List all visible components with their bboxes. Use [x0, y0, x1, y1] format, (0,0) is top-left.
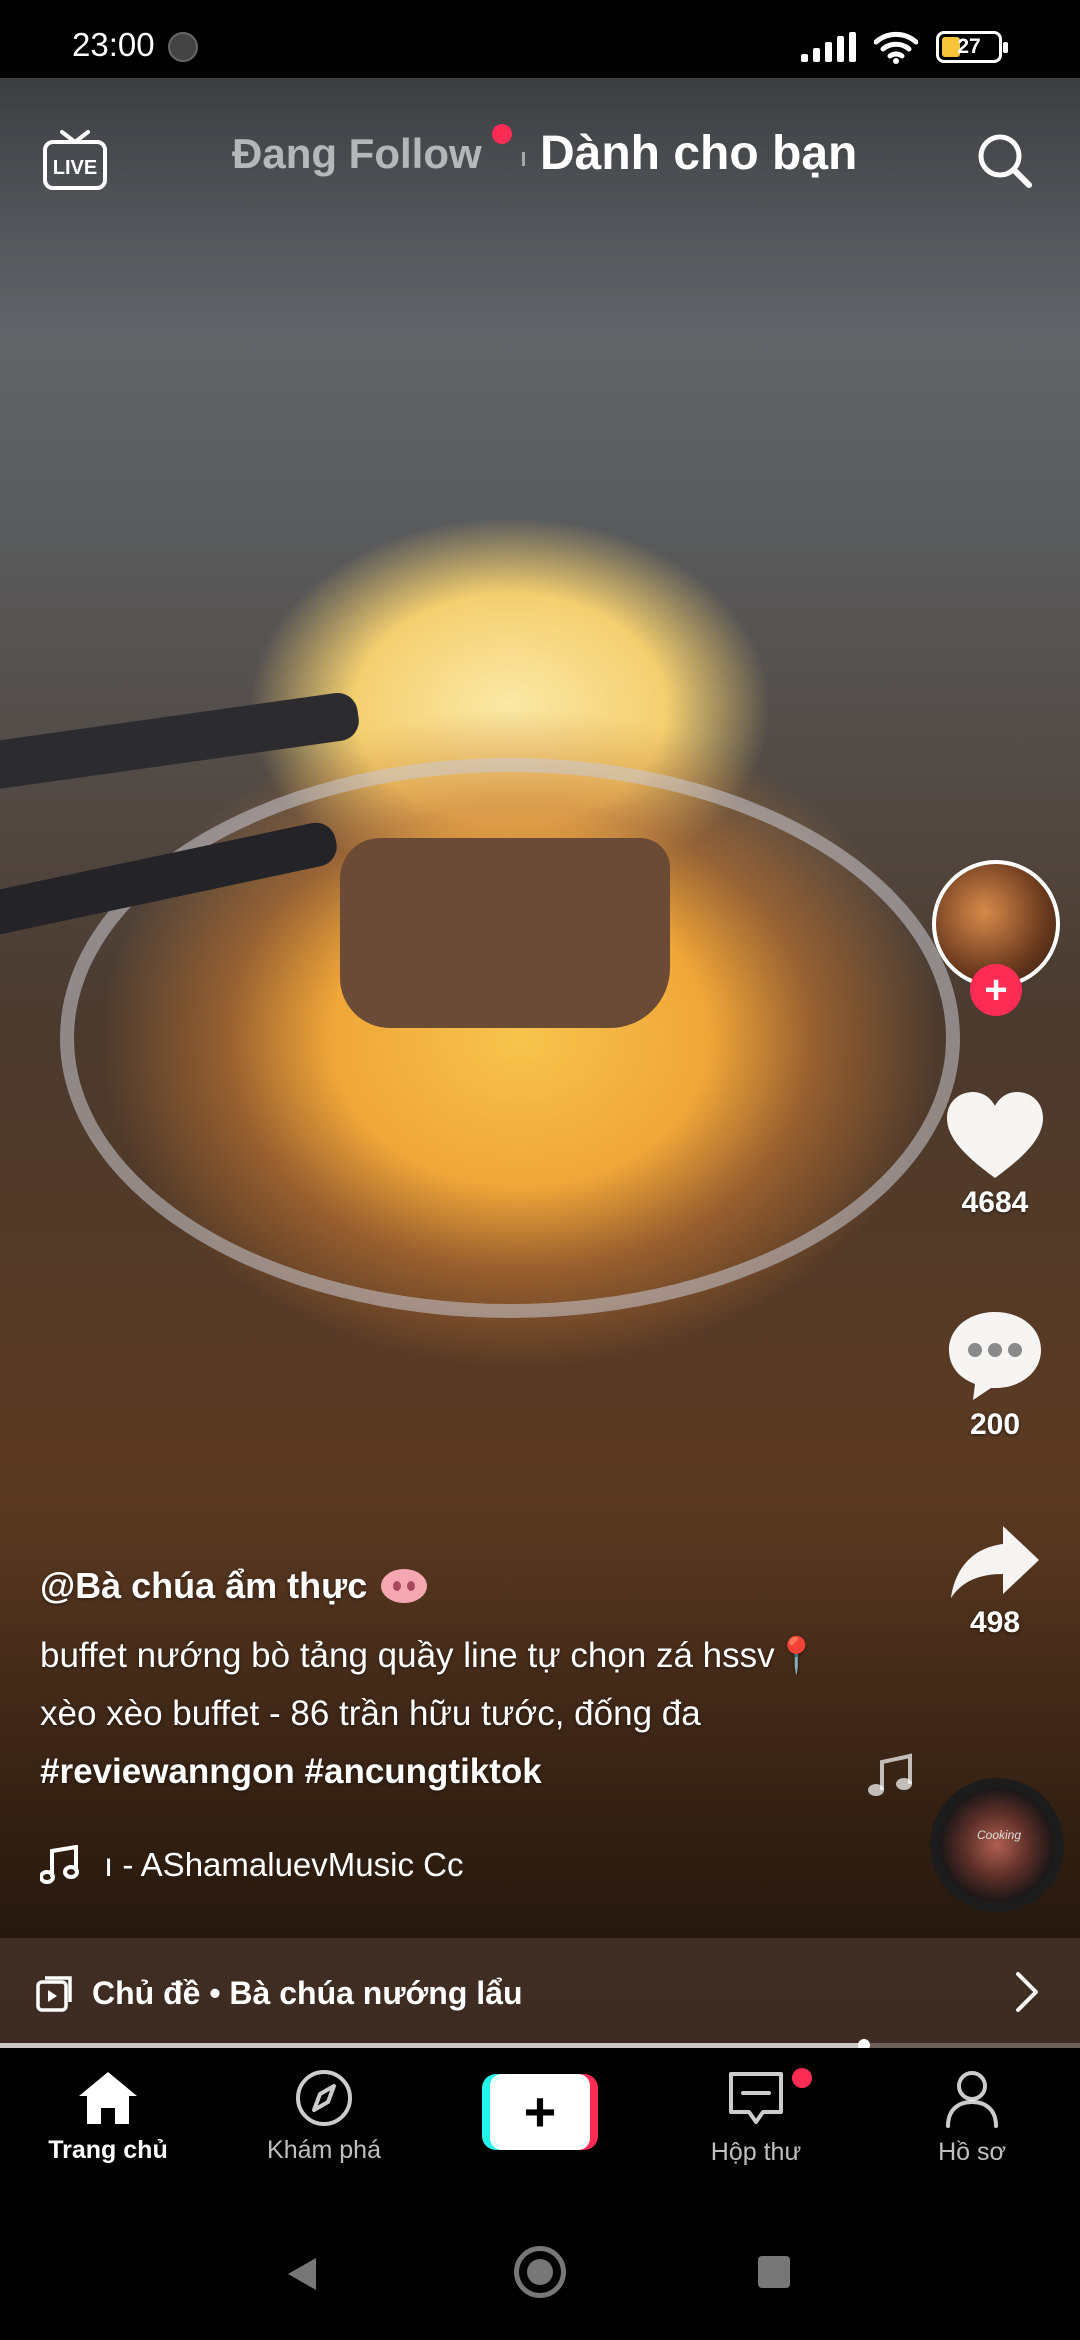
video-description[interactable]: buffet nướng bò tảng quầy line tự chọn z… [40, 1627, 860, 1801]
topic-bar[interactable]: Chủ đề • Bà chúa nướng lẩu [0, 1938, 1080, 2048]
chevron-right-icon [1016, 1972, 1038, 2012]
system-nav-bar [0, 2200, 1080, 2340]
battery-level: 27 [957, 35, 981, 58]
inbox-badge [792, 2068, 812, 2088]
nav-profile[interactable]: Hồ sơ [872, 2068, 1072, 2167]
like-button[interactable]: 4684 [920, 1090, 1070, 1220]
comment-icon [949, 1312, 1041, 1400]
music-note-icon [868, 1753, 912, 1796]
signal-icon [801, 32, 856, 62]
description-text: buffet nướng bò tảng quầy line tự chọn z… [40, 1636, 819, 1733]
tab-divider [522, 152, 525, 166]
like-count: 4684 [961, 1186, 1029, 1219]
top-nav: LIVE Đang Follow Dành cho bạn [0, 78, 1080, 238]
share-count: 498 [969, 1606, 1021, 1639]
bottom-nav: Trang chủ Khám phá + Hộp thư Hồ sơ [0, 2048, 1080, 2200]
home-system-icon[interactable] [514, 2246, 566, 2298]
home-icon [79, 2072, 137, 2124]
back-icon[interactable] [284, 2256, 318, 2292]
nav-inbox[interactable]: Hộp thư [656, 2068, 856, 2167]
compass-icon [296, 2070, 352, 2126]
live-icon[interactable]: LIVE [42, 126, 108, 192]
description-hashtags[interactable]: #reviewanngon #ancungtiktok [40, 1752, 542, 1791]
video-meat-shape [340, 838, 670, 1028]
tab-for-you[interactable]: Dành cho bạn [540, 126, 857, 181]
nav-home[interactable]: Trang chủ [8, 2068, 208, 2165]
share-button[interactable]: 498 [920, 1522, 1070, 1640]
music-row[interactable]: ı - AShamaluevMusic Cc [40, 1840, 560, 1890]
plus-icon: + [490, 2074, 590, 2150]
status-indicators: 27 [801, 30, 1008, 64]
nav-home-label: Trang chủ [48, 2136, 168, 2164]
status-bar: 23:00 27 [0, 0, 1080, 78]
heart-icon [947, 1092, 1043, 1178]
inbox-icon [729, 2072, 783, 2124]
share-icon [951, 1526, 1039, 1598]
video-chopstick-shape [0, 690, 362, 794]
search-icon[interactable] [974, 130, 1034, 190]
pig-emoji-icon [381, 1569, 428, 1603]
following-badge [492, 124, 512, 144]
nav-discover-label: Khám phá [267, 2136, 381, 2164]
music-title: ı - AShamaluevMusic Cc [104, 1846, 464, 1883]
notification-dot-icon [168, 32, 198, 62]
svg-text:LIVE: LIVE [53, 157, 97, 179]
tab-following[interactable]: Đang Follow [232, 130, 482, 178]
music-disc-label: Cooking [976, 1828, 1022, 1842]
battery-icon: 27 [936, 31, 1008, 63]
profile-icon [946, 2071, 998, 2128]
wifi-icon [874, 31, 918, 64]
create-button[interactable]: + [482, 2074, 598, 2150]
recents-icon[interactable] [758, 2256, 790, 2288]
nav-discover[interactable]: Khám phá [224, 2068, 424, 2165]
creator-username-row[interactable]: @Bà chúa ẩm thực [40, 1565, 860, 1607]
comment-button[interactable]: 200 [920, 1308, 1070, 1442]
video-caption: @Bà chúa ẩm thực buffet nướng bò tảng qu… [40, 1565, 860, 1801]
follow-button[interactable]: + [970, 964, 1022, 1016]
comment-count: 200 [969, 1408, 1021, 1441]
nav-profile-label: Hồ sơ [938, 2138, 1006, 2166]
topic-icon [36, 1976, 72, 2012]
status-time: 23:00 [72, 26, 155, 63]
nav-inbox-label: Hộp thư [710, 2138, 802, 2166]
creator-username[interactable]: @Bà chúa ẩm thực [40, 1565, 367, 1607]
topic-text: Chủ đề • Bà chúa nướng lẩu [92, 1974, 523, 2011]
music-disc[interactable]: Cooking [930, 1778, 1064, 1912]
music-note-icon [40, 1845, 79, 1884]
